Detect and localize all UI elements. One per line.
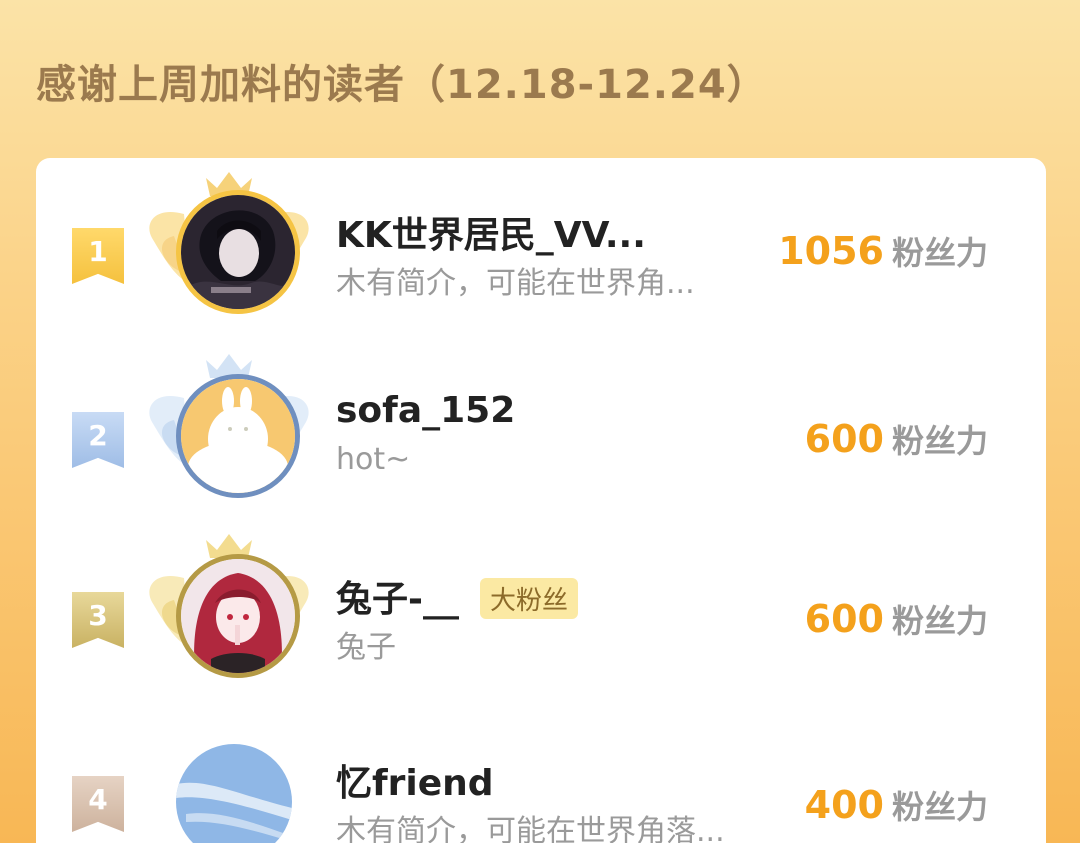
avatar[interactable] xyxy=(176,374,300,498)
rank-badge-4: 4 xyxy=(72,776,124,832)
rank-badge-2: 2 xyxy=(72,412,124,468)
reader-name[interactable]: 兔子-__ xyxy=(336,570,459,622)
leaderboard-row[interactable]: 2 sofa_152 hot~ 600 粉丝力 xyxy=(36,338,1046,518)
fan-power-value: 600 xyxy=(804,597,884,641)
reader-name[interactable]: KK世界居民_VV... xyxy=(336,206,646,258)
fan-power: 400 粉丝力 xyxy=(805,782,988,828)
top-fan-badge: 大粉丝 xyxy=(480,578,579,619)
fan-power-value: 1056 xyxy=(778,229,884,273)
fan-power-value: 400 xyxy=(804,783,884,827)
avatar[interactable] xyxy=(176,554,300,678)
fan-power-value: 600 xyxy=(804,417,884,461)
leaderboard-row[interactable]: 4 忆friend 木有简介，可能在世界角落... 400 粉丝力 xyxy=(36,704,1046,843)
reader-name[interactable]: 忆friend xyxy=(336,754,494,806)
avatar[interactable] xyxy=(176,190,300,314)
reader-bio: hot~ xyxy=(336,442,411,477)
reader-bio: 木有简介，可能在世界角落... xyxy=(336,814,725,843)
rank-badge-1: 1 xyxy=(72,228,124,284)
fan-power-unit: 粉丝力 xyxy=(891,602,988,640)
fan-power: 600 粉丝力 xyxy=(805,416,988,462)
reader-bio: 兔子 xyxy=(336,630,396,665)
reader-leaderboard: 1 KK世界居民_VV... 木有简介，可能在世界角... 1056粉丝力 2 xyxy=(36,158,1046,843)
reader-bio: 木有简介，可能在世界角... xyxy=(336,266,695,301)
fan-power-unit: 粉丝力 xyxy=(891,788,988,826)
rank-badge-3: 3 xyxy=(72,592,124,648)
fan-power-unit: 粉丝力 xyxy=(891,234,988,272)
fan-power: 600 粉丝力 xyxy=(805,596,988,642)
fan-power-unit: 粉丝力 xyxy=(891,422,988,460)
page-title: 感谢上周加料的读者（12.18-12.24） xyxy=(36,62,768,108)
leaderboard-row[interactable]: 1 KK世界居民_VV... 木有简介，可能在世界角... 1056 粉丝力 xyxy=(36,158,1046,338)
reader-name[interactable]: sofa_152 xyxy=(336,390,515,431)
fan-power: 1056 粉丝力 xyxy=(778,228,988,274)
avatar[interactable] xyxy=(176,744,292,843)
leaderboard-row[interactable]: 3 兔子-__ 大粉丝 兔子 600 粉丝力 xyxy=(36,520,1046,700)
